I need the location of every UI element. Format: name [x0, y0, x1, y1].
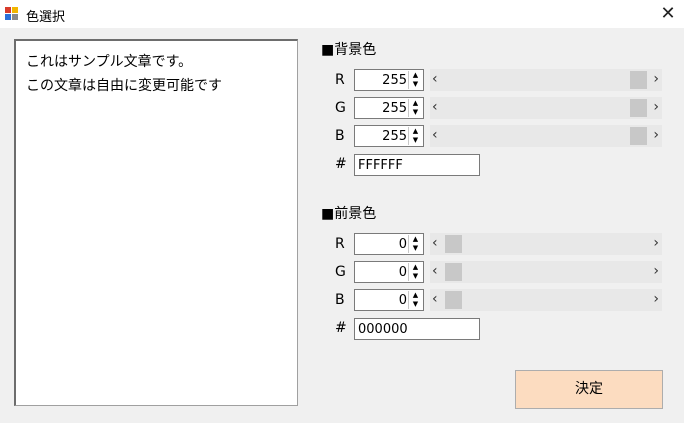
fg-g-value: 0	[398, 265, 407, 280]
scroll-left-icon[interactable]: ‹	[432, 71, 438, 87]
preview-line-1: これはサンプル文章です。	[26, 54, 193, 70]
bg-r-value: 255	[382, 73, 407, 88]
scroll-left-icon[interactable]: ‹	[432, 263, 438, 279]
scroll-right-icon[interactable]: ›	[653, 263, 659, 279]
spin-up-icon[interactable]: ▲	[409, 71, 422, 80]
bg-g-label: G	[335, 100, 346, 116]
close-icon[interactable]: ✕	[656, 2, 680, 26]
bg-g-spin[interactable]: ▲ ▼	[408, 99, 422, 117]
bg-r-stepper[interactable]: 255 ▲ ▼	[354, 69, 424, 91]
bg-b-stepper[interactable]: 255 ▲ ▼	[354, 125, 424, 147]
fg-g-label: G	[335, 264, 346, 280]
fg-r-stepper[interactable]: 0 ▲ ▼	[354, 233, 424, 255]
fg-g-spin[interactable]: ▲ ▼	[408, 263, 422, 281]
scroll-right-icon[interactable]: ›	[653, 127, 659, 143]
bg-b-slider[interactable]: ‹ ›	[430, 125, 662, 147]
spin-down-icon[interactable]: ▼	[409, 300, 422, 309]
spin-up-icon[interactable]: ▲	[409, 235, 422, 244]
bg-r-slider-thumb[interactable]	[630, 71, 647, 89]
title-bar: 色選択 ✕	[0, 0, 684, 28]
fg-b-slider-thumb[interactable]	[445, 291, 462, 309]
foreground-color-heading: ■前景色	[321, 206, 377, 222]
fg-b-value: 0	[398, 293, 407, 308]
fg-g-slider-thumb[interactable]	[445, 263, 462, 281]
fg-r-slider-thumb[interactable]	[445, 235, 462, 253]
bg-r-label: R	[335, 72, 345, 88]
bg-b-spin[interactable]: ▲ ▼	[408, 127, 422, 145]
fg-r-slider[interactable]: ‹ ›	[430, 233, 662, 255]
spin-down-icon[interactable]: ▼	[409, 108, 422, 117]
spin-down-icon[interactable]: ▼	[409, 80, 422, 89]
bg-hex-input[interactable]: FFFFFF	[354, 154, 480, 176]
ok-button[interactable]: 決定	[515, 370, 663, 409]
fg-b-slider[interactable]: ‹ ›	[430, 289, 662, 311]
fg-hex-input[interactable]: 000000	[354, 318, 480, 340]
fg-b-stepper[interactable]: 0 ▲ ▼	[354, 289, 424, 311]
bg-r-slider[interactable]: ‹ ›	[430, 69, 662, 91]
window-title: 色選択	[26, 10, 66, 25]
scroll-left-icon[interactable]: ‹	[432, 291, 438, 307]
fg-g-stepper[interactable]: 0 ▲ ▼	[354, 261, 424, 283]
bg-b-slider-thumb[interactable]	[630, 127, 647, 145]
fg-b-spin[interactable]: ▲ ▼	[408, 291, 422, 309]
spin-down-icon[interactable]: ▼	[409, 244, 422, 253]
fg-r-spin[interactable]: ▲ ▼	[408, 235, 422, 253]
background-color-heading: ■背景色	[321, 42, 377, 58]
fg-b-label: B	[335, 292, 345, 308]
spin-up-icon[interactable]: ▲	[409, 291, 422, 300]
fg-r-label: R	[335, 236, 345, 252]
spin-down-icon[interactable]: ▼	[409, 136, 422, 145]
app-icon	[5, 7, 19, 21]
bg-g-slider[interactable]: ‹ ›	[430, 97, 662, 119]
spin-up-icon[interactable]: ▲	[409, 127, 422, 136]
scroll-right-icon[interactable]: ›	[653, 71, 659, 87]
spin-up-icon[interactable]: ▲	[409, 263, 422, 272]
scroll-right-icon[interactable]: ›	[653, 291, 659, 307]
bg-b-label: B	[335, 128, 345, 144]
preview-line-2: この文章は自由に変更可能です	[26, 78, 222, 94]
bg-b-value: 255	[382, 129, 407, 144]
bg-g-value: 255	[382, 101, 407, 116]
spin-up-icon[interactable]: ▲	[409, 99, 422, 108]
spin-down-icon[interactable]: ▼	[409, 272, 422, 281]
scroll-left-icon[interactable]: ‹	[432, 99, 438, 115]
fg-r-value: 0	[398, 237, 407, 252]
bg-g-slider-thumb[interactable]	[630, 99, 647, 117]
bg-g-stepper[interactable]: 255 ▲ ▼	[354, 97, 424, 119]
scroll-right-icon[interactable]: ›	[653, 235, 659, 251]
bg-r-spin[interactable]: ▲ ▼	[408, 71, 422, 89]
scroll-left-icon[interactable]: ‹	[432, 127, 438, 143]
preview-text-area[interactable]: これはサンプル文章です。 この文章は自由に変更可能です	[14, 39, 298, 406]
scroll-left-icon[interactable]: ‹	[432, 235, 438, 251]
bg-hex-label: #	[335, 156, 347, 172]
fg-g-slider[interactable]: ‹ ›	[430, 261, 662, 283]
scroll-right-icon[interactable]: ›	[653, 99, 659, 115]
fg-hex-label: #	[335, 320, 347, 336]
